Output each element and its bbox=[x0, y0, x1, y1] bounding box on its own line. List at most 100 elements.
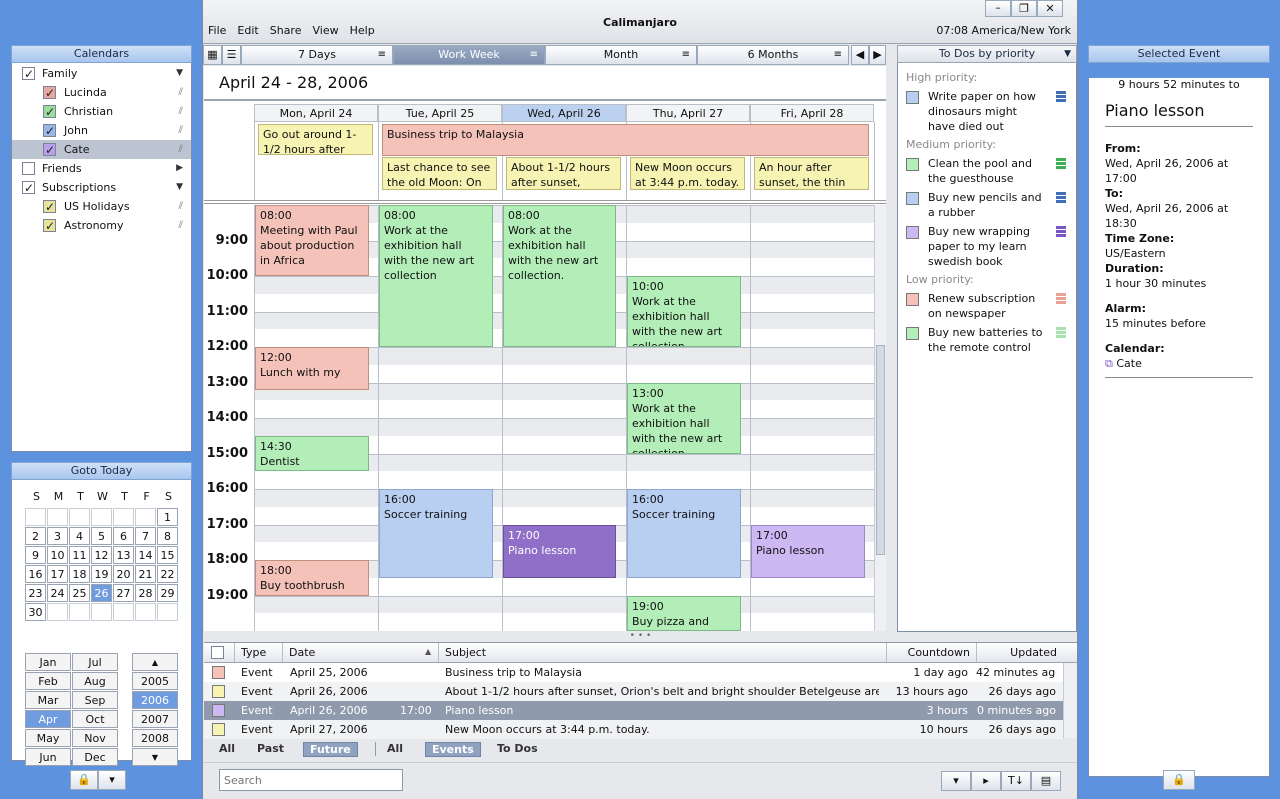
day-cell[interactable]: 24 bbox=[47, 584, 68, 602]
day-cell[interactable]: 8 bbox=[157, 527, 178, 545]
day-cell[interactable]: 10 bbox=[47, 546, 68, 564]
month-apr[interactable]: Apr bbox=[25, 710, 71, 728]
event-block[interactable]: 12:00 Lunch with my bbox=[255, 347, 369, 390]
day-cell[interactable]: 29 bbox=[157, 584, 178, 602]
calendar-scrollbar[interactable] bbox=[874, 205, 886, 631]
day-cell[interactable]: 11 bbox=[69, 546, 90, 564]
calendar-item-family[interactable]: Family ▼ bbox=[12, 64, 191, 84]
day-header[interactable]: Wed, April 26 bbox=[502, 104, 626, 122]
calendar-checkbox[interactable] bbox=[22, 65, 35, 84]
day-cell[interactable]: 12 bbox=[91, 546, 112, 564]
event-block[interactable]: 10:00 Work at the exhibition hall with th… bbox=[627, 276, 741, 347]
menu-help[interactable]: Help bbox=[350, 24, 375, 37]
day-cell[interactable]: 21 bbox=[135, 565, 156, 583]
calendar-item-friends[interactable]: Friends ▶ bbox=[12, 159, 191, 178]
filter-time-all[interactable]: All bbox=[219, 742, 235, 755]
todo-checkbox[interactable] bbox=[906, 91, 919, 104]
table-scrollbar[interactable] bbox=[1063, 663, 1077, 738]
month-dec[interactable]: Dec bbox=[72, 748, 118, 766]
day-cell[interactable]: 25 bbox=[69, 584, 90, 602]
allday-event[interactable]: About 1-1/2 hours after sunset, Orion's bbox=[506, 157, 621, 190]
day-cell[interactable]: 17 bbox=[47, 565, 68, 583]
todo-item[interactable]: Clean the pool and the guesthouse bbox=[906, 156, 1076, 186]
day-cell[interactable]: 15 bbox=[157, 546, 178, 564]
day-cell[interactable]: 19 bbox=[91, 565, 112, 583]
todo-item[interactable]: Renew subscription on newspaper bbox=[906, 291, 1076, 321]
column-header-date[interactable]: Date bbox=[282, 643, 438, 662]
table-row[interactable]: Event April 27, 2006 New Moon occurs at 3:… bbox=[204, 720, 1063, 739]
day-cell[interactable]: 4 bbox=[69, 527, 90, 545]
todo-checkbox[interactable] bbox=[906, 293, 919, 306]
month-jul[interactable]: Jul bbox=[72, 653, 118, 671]
calendar-checkbox[interactable] bbox=[43, 84, 56, 103]
menu-edit[interactable]: Edit bbox=[237, 24, 258, 37]
month-mar[interactable]: Mar bbox=[25, 691, 71, 709]
day-cell[interactable]: 30 bbox=[25, 603, 46, 621]
event-block[interactable]: 16:00 Soccer training bbox=[627, 489, 741, 578]
calendar-checkbox[interactable] bbox=[43, 122, 56, 141]
calendar-checkbox[interactable] bbox=[22, 162, 35, 175]
todo-item[interactable]: Buy new wrapping paper to my learn swedi… bbox=[906, 224, 1076, 269]
filter-dropdown-button[interactable]: ▾ bbox=[941, 771, 971, 791]
chevron-right-icon[interactable]: ▶ bbox=[176, 159, 183, 178]
day-cell[interactable]: 28 bbox=[135, 584, 156, 602]
dropdown-button[interactable]: ▾ bbox=[98, 770, 126, 790]
allday-event[interactable]: An hour after sunset, the thin bbox=[754, 157, 869, 190]
day-cell[interactable]: 3 bbox=[47, 527, 68, 545]
day-cell[interactable]: 23 bbox=[25, 584, 46, 602]
calendar-scrollbar-thumb[interactable] bbox=[876, 345, 885, 555]
todo-checkbox[interactable] bbox=[906, 158, 919, 171]
month-may[interactable]: May bbox=[25, 729, 71, 747]
day-cell[interactable]: 27 bbox=[113, 584, 134, 602]
column-header-updated[interactable]: Updated bbox=[976, 643, 1063, 662]
calendar-checkbox[interactable] bbox=[43, 141, 56, 160]
day-cell[interactable]: 13 bbox=[113, 546, 134, 564]
todos-panel-title[interactable]: To Dos by priority ▼ bbox=[897, 45, 1077, 63]
day-cell[interactable]: 2 bbox=[25, 527, 46, 545]
day-cell[interactable]: 18 bbox=[69, 565, 90, 583]
calendar-item-christian[interactable]: Christian ⫽ bbox=[12, 102, 191, 122]
chevron-down-icon[interactable]: ▼ bbox=[176, 64, 183, 83]
calendar-item-us-holidays[interactable]: US Holidays ⫽ bbox=[12, 197, 191, 217]
day-cell[interactable]: 1 bbox=[157, 508, 178, 526]
tab-menu-icon[interactable]: ≡ bbox=[682, 46, 690, 64]
tab-work-week[interactable]: Work Week ≡ bbox=[393, 45, 545, 65]
month-oct[interactable]: Oct bbox=[72, 710, 118, 728]
filter-time-future[interactable]: Future bbox=[303, 742, 358, 757]
filter-kind-events[interactable]: Events bbox=[425, 742, 481, 757]
select-all-checkbox[interactable] bbox=[211, 646, 224, 659]
todo-item[interactable]: Buy new batteries to the remote control bbox=[906, 325, 1076, 355]
grid-view-button[interactable]: ▦ bbox=[203, 45, 222, 65]
filter-time-past[interactable]: Past bbox=[257, 742, 284, 755]
menu-view[interactable]: View bbox=[312, 24, 338, 37]
calendar-item-subscriptions[interactable]: Subscriptions ▼ bbox=[12, 178, 191, 198]
calendar-item-cate[interactable]: Cate ⫽ bbox=[12, 140, 191, 160]
table-row[interactable]: Event April 26, 2006 About 1-1/2 hours aft… bbox=[204, 682, 1063, 701]
event-block[interactable]: 08:00 Meeting with Paul about production … bbox=[255, 205, 369, 276]
table-row[interactable]: Event April 25, 2006 Business trip to Mala… bbox=[204, 663, 1063, 682]
year-2008[interactable]: 2008 bbox=[132, 729, 178, 747]
day-cell[interactable]: 14 bbox=[135, 546, 156, 564]
tab-7-days[interactable]: 7 Days ≡ bbox=[241, 45, 393, 65]
restore-button[interactable]: ❐ bbox=[1011, 0, 1037, 17]
prev-button[interactable]: ◀ bbox=[851, 45, 869, 65]
day-header[interactable]: Thu, April 27 bbox=[626, 104, 750, 122]
event-block[interactable]: 18:00 Buy toothbrush bbox=[255, 560, 369, 596]
day-cell[interactable]: 5 bbox=[91, 527, 112, 545]
menu-file[interactable]: File bbox=[208, 24, 226, 37]
calendar-checkbox[interactable] bbox=[43, 198, 56, 217]
pane-splitter[interactable]: • • • bbox=[204, 632, 1077, 641]
calendar-item-john[interactable]: John ⫽ bbox=[12, 121, 191, 141]
todo-checkbox[interactable] bbox=[906, 192, 919, 205]
lock-button-right[interactable]: 🔒 bbox=[1163, 770, 1195, 790]
month-nov[interactable]: Nov bbox=[72, 729, 118, 747]
column-header-type[interactable]: Type bbox=[234, 643, 282, 662]
year-2007[interactable]: 2007 bbox=[132, 710, 178, 728]
event-block[interactable]: 08:00 Work at the exhibition hall with th… bbox=[503, 205, 616, 347]
allday-event[interactable]: New Moon occurs at 3:44 p.m. today. bbox=[630, 157, 745, 190]
column-header-countdown[interactable]: Countdown bbox=[886, 643, 976, 662]
close-button[interactable]: ✕ bbox=[1037, 0, 1063, 17]
month-sep[interactable]: Sep bbox=[72, 691, 118, 709]
allday-event[interactable]: Business trip to Malaysia bbox=[382, 124, 869, 156]
day-header[interactable]: Tue, April 25 bbox=[378, 104, 502, 122]
